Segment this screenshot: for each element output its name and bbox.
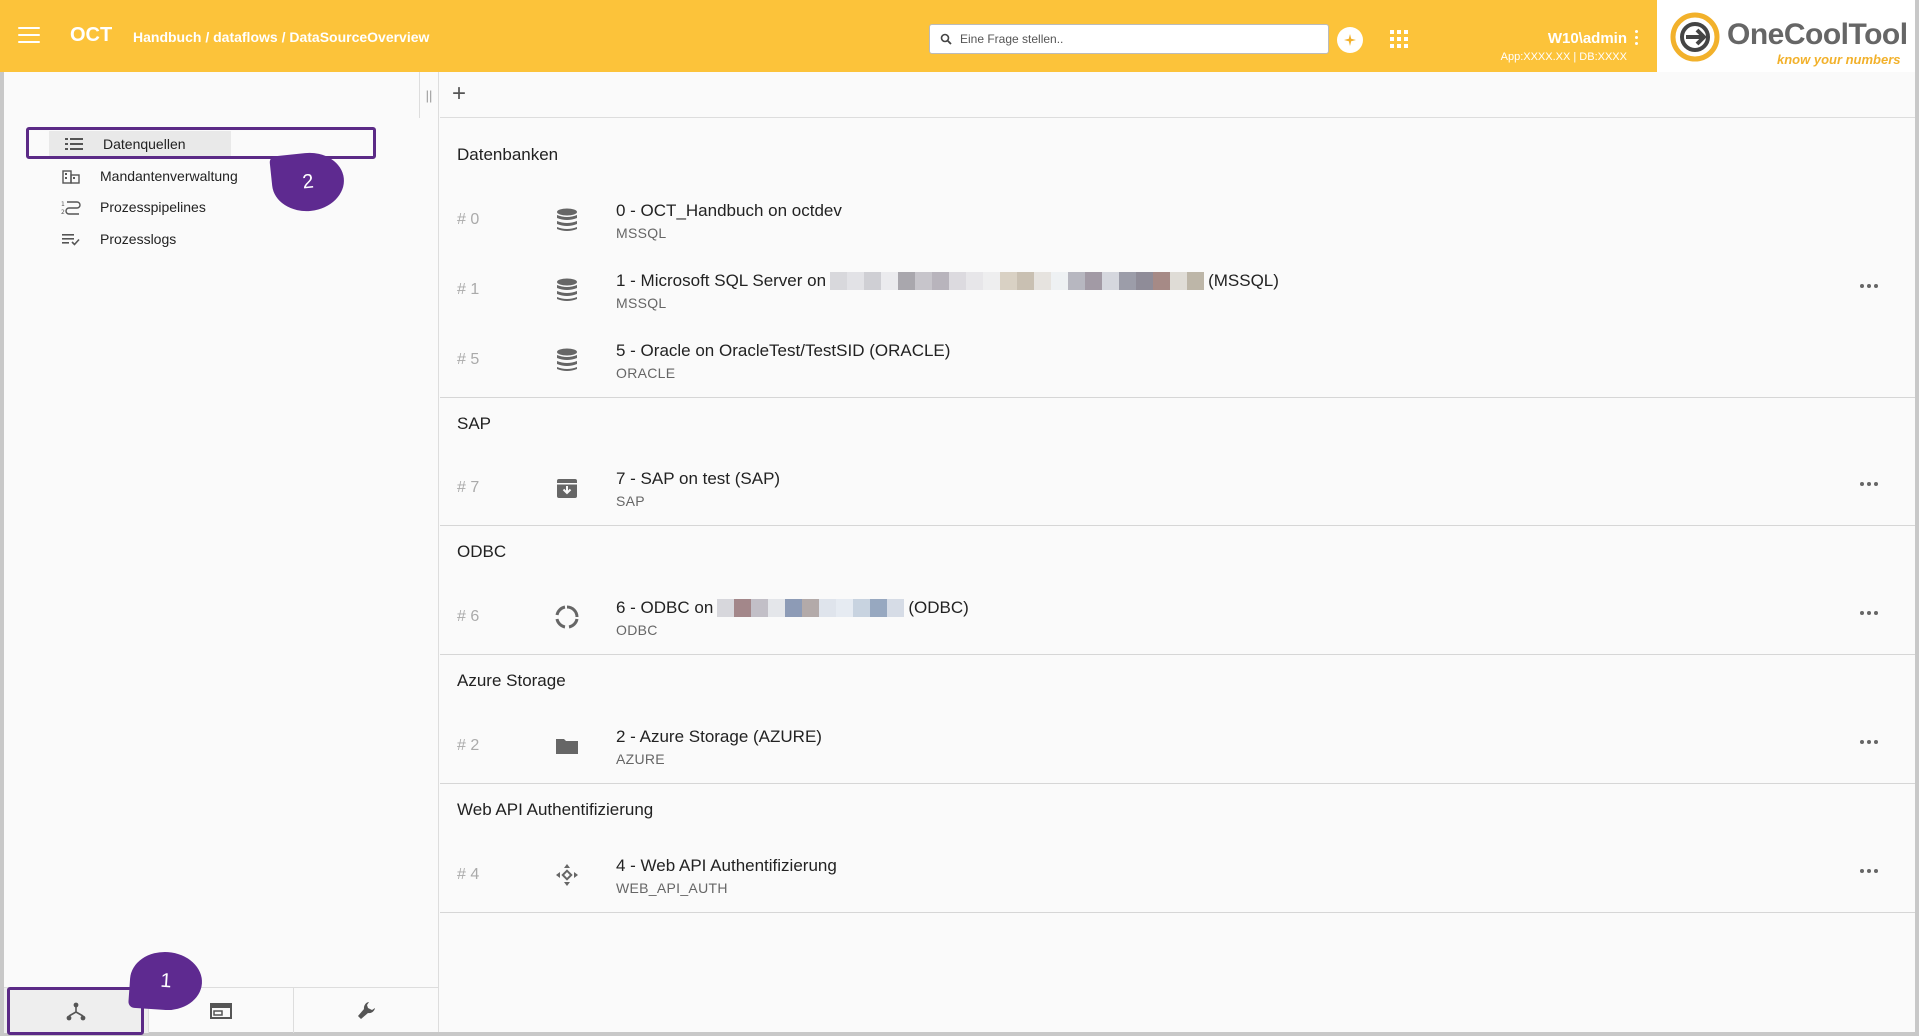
item-title: 7 - SAP on test (SAP) [616, 469, 781, 488]
api-icon [556, 864, 578, 886]
window-icon [210, 1002, 232, 1019]
search-box[interactable] [929, 24, 1329, 54]
group-sap: SAP # 7 7 - SAP on test (SAP) SAP [440, 398, 1915, 526]
highlight-box-dataflows [7, 987, 144, 1035]
group-azure-storage: Azure Storage # 2 2 - Azure Storage (AZU… [440, 655, 1915, 784]
item-number: # 0 [457, 211, 480, 228]
item-type: MSSQL [616, 295, 667, 311]
group-title: Azure Storage [457, 671, 566, 690]
more-vert-icon[interactable] [1635, 30, 1639, 46]
ai-assistant-button[interactable] [1337, 27, 1363, 53]
list-item[interactable]: # 1 1 - Microsoft SQL Server on (MSSQL) … [440, 261, 1915, 317]
user-name[interactable]: W10\admin [1490, 30, 1627, 47]
item-number: # 5 [457, 351, 480, 368]
group-title: SAP [457, 414, 492, 433]
sidebar-item-label: Mandantenverwaltung [100, 168, 238, 184]
sidebar-item-label: Prozesspipelines [100, 199, 206, 215]
sidebar-item-label: Prozesslogs [100, 231, 177, 247]
pipeline-icon: 12 [61, 201, 81, 215]
splitter-handle[interactable]: || [419, 72, 439, 118]
item-title: 4 - Web API Authentifizierung [616, 856, 837, 875]
item-number: # 2 [457, 737, 480, 754]
app-name[interactable]: OCT [70, 24, 112, 47]
group-title: Datenbanken [457, 145, 559, 164]
svg-text:2: 2 [61, 209, 65, 215]
list-item[interactable]: # 2 2 - Azure Storage (AZURE) AZURE [440, 717, 1915, 773]
odbc-icon [555, 605, 579, 629]
building-icon [62, 170, 80, 184]
item-title-suffix: (MSSQL) [1208, 271, 1279, 290]
breadcrumb[interactable]: Handbuch / dataflows / DataSourceOvervie… [133, 29, 429, 45]
item-title: 2 - Azure Storage (AZURE) [616, 727, 822, 746]
group-title: ODBC [457, 542, 507, 561]
main-toolbar: || + [419, 72, 1915, 118]
item-number: # 1 [457, 281, 480, 298]
more-horiz-icon[interactable] [1860, 477, 1882, 491]
app-info: App:XXXX.XX | DB:XXXX [1500, 51, 1627, 63]
database-icon [557, 348, 577, 371]
list-item[interactable]: # 0 0 - OCT_Handbuch on octdev MSSQL [440, 191, 1915, 247]
logo-text: OneCoolTool [1727, 18, 1908, 51]
logo-tagline: know your numbers [1777, 52, 1901, 67]
wrench-icon [357, 1001, 375, 1019]
item-title: 0 - OCT_Handbuch on octdev [616, 201, 842, 220]
logo-icon [1670, 12, 1720, 62]
item-number: # 7 [457, 479, 480, 496]
item-type: ODBC [616, 622, 658, 638]
item-title: 6 - ODBC on (ODBC) [616, 598, 969, 618]
redacted-host [830, 272, 1205, 290]
group-odbc: ODBC # 6 6 - ODBC on (ODBC) ODBC [440, 526, 1915, 655]
item-title-prefix: 6 - ODBC on [616, 598, 714, 617]
sidebar-item-mandantenverwaltung[interactable]: Mandantenverwaltung [46, 163, 238, 189]
search-icon [940, 33, 952, 45]
main-content: || + Datenbanken # 0 0 - OCT_Handbuch on… [419, 72, 1915, 1032]
sidebar: Datenquellen Mandantenverwaltung 12 Proz… [4, 72, 439, 1032]
list-item[interactable]: # 6 6 - ODBC on (ODBC) ODBC [440, 588, 1915, 644]
item-number: # 6 [457, 608, 480, 625]
search-input[interactable] [960, 32, 1320, 46]
item-type: SAP [616, 493, 645, 509]
item-title-suffix: (ODBC) [908, 598, 969, 617]
list-item[interactable]: # 7 7 - SAP on test (SAP) SAP [440, 459, 1915, 515]
item-type: MSSQL [616, 225, 667, 241]
archive-icon [557, 479, 577, 498]
item-type: ORACLE [616, 365, 676, 381]
callout-2: 2 [269, 149, 347, 215]
menu-icon[interactable] [18, 27, 40, 45]
item-title: 1 - Microsoft SQL Server on (MSSQL) [616, 271, 1279, 291]
tab-tools[interactable] [294, 988, 439, 1033]
add-button[interactable]: + [445, 80, 473, 108]
item-type: WEB_API_AUTH [616, 880, 728, 896]
group-datenbanken: Datenbanken # 0 0 - OCT_Handbuch on octd… [440, 119, 1915, 398]
folder-icon [556, 739, 578, 754]
item-type: AZURE [616, 751, 665, 767]
svg-text:1: 1 [61, 201, 65, 208]
database-icon [557, 278, 577, 301]
logo: OneCoolTool know your numbers [1657, 0, 1915, 72]
top-bar: OCT Handbuch / dataflows / DataSourceOve… [0, 0, 1915, 72]
group-title: Web API Authentifizierung [457, 800, 654, 819]
redacted-host [717, 599, 905, 617]
sidebar-item-prozesspipelines[interactable]: 12 Prozesspipelines [46, 194, 206, 220]
item-title-prefix: 1 - Microsoft SQL Server on [616, 271, 827, 290]
item-number: # 4 [457, 866, 480, 883]
list-item[interactable]: # 5 5 - Oracle on OracleTest/TestSID (OR… [440, 331, 1915, 387]
list-item[interactable]: # 4 4 - Web API Authentifizierung WEB_AP… [440, 846, 1915, 902]
group-web-api: Web API Authentifizierung # 4 4 - Web AP… [440, 784, 1915, 913]
more-horiz-icon[interactable] [1860, 735, 1882, 749]
database-icon [557, 208, 577, 231]
sidebar-item-prozesslogs[interactable]: Prozesslogs [46, 226, 176, 252]
log-icon [62, 234, 80, 246]
more-horiz-icon[interactable] [1860, 606, 1882, 620]
item-title: 5 - Oracle on OracleTest/TestSID (ORACLE… [616, 341, 951, 360]
sparkle-icon [1344, 34, 1356, 46]
apps-grid-icon[interactable] [1390, 30, 1408, 48]
more-horiz-icon[interactable] [1860, 864, 1882, 878]
more-horiz-icon[interactable] [1860, 279, 1882, 293]
